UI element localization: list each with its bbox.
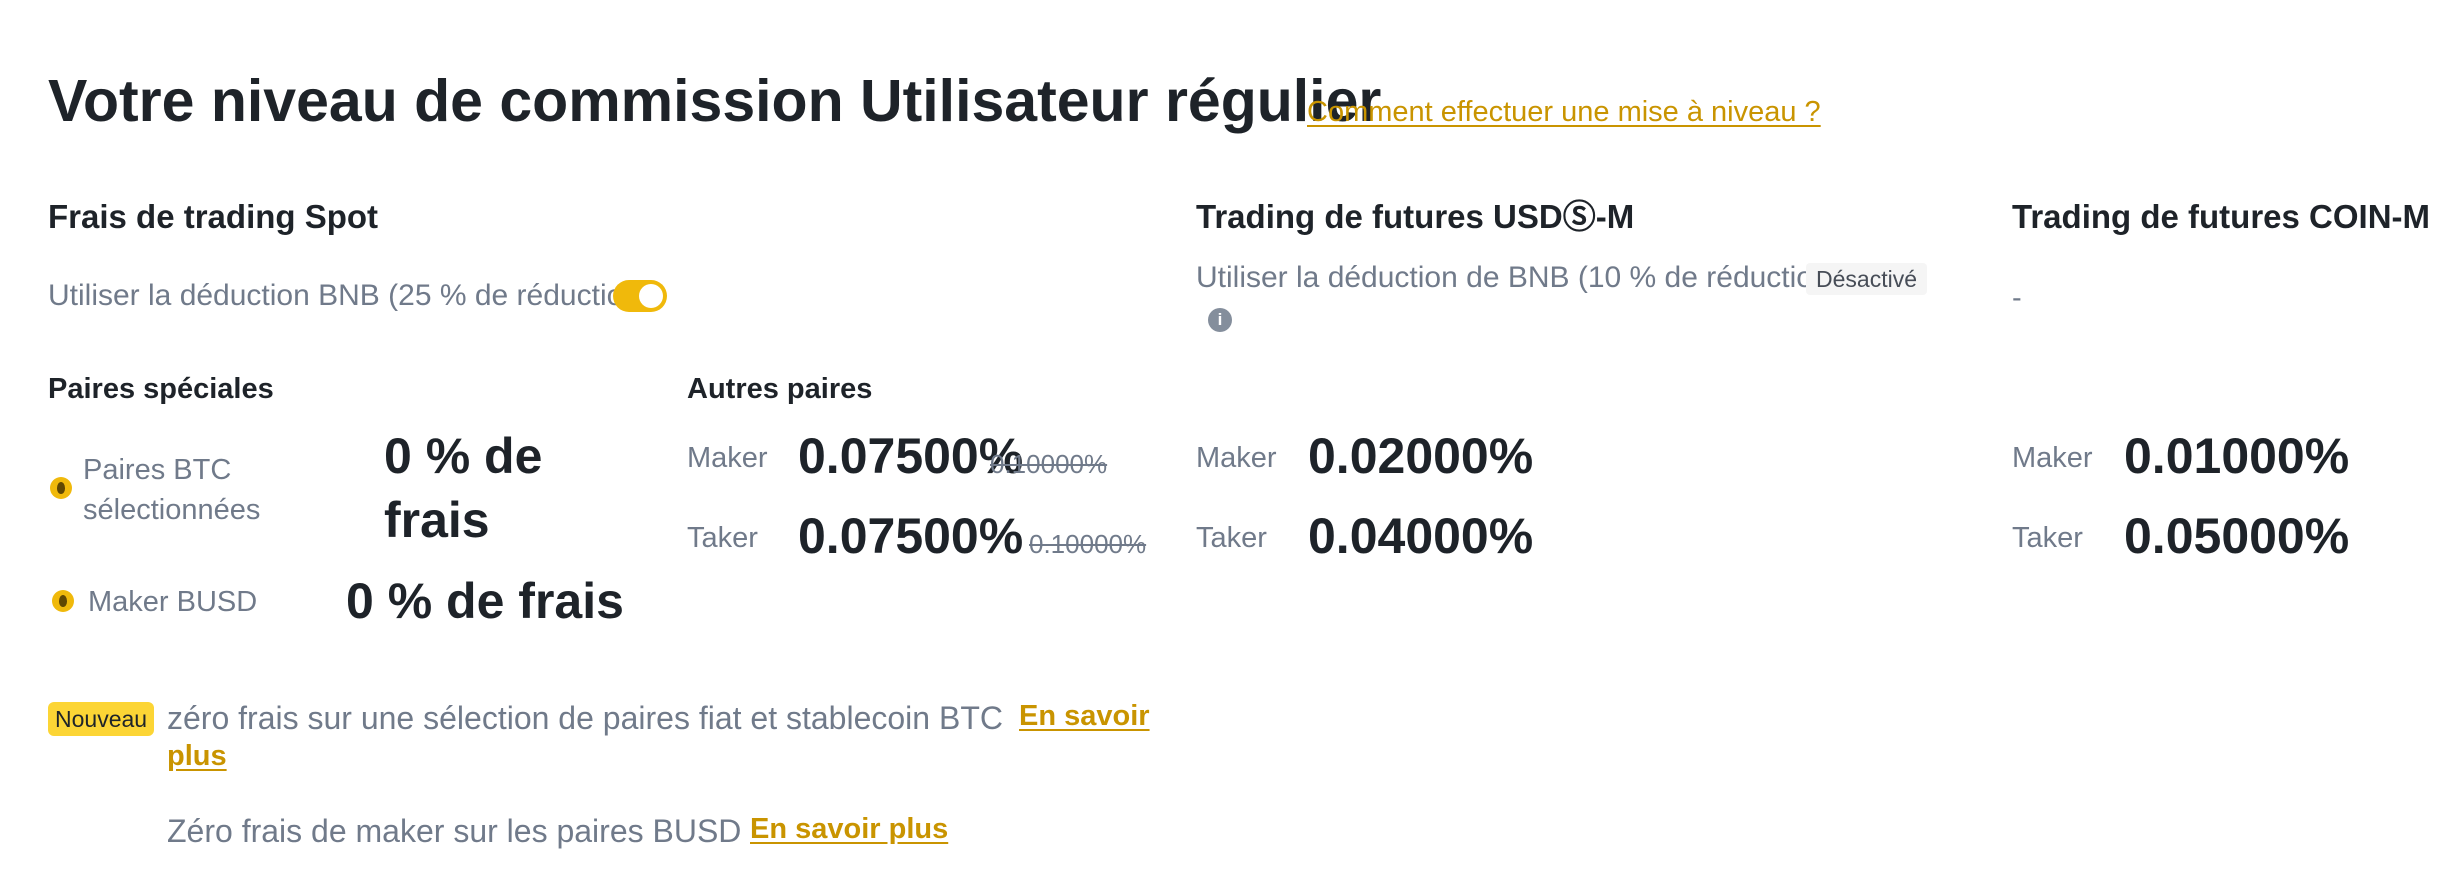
upgrade-link[interactable]: Comment effectuer une mise à niveau ? [1307, 92, 1821, 132]
busd-maker-fee: 0 % de frais [346, 573, 624, 629]
spot-taker-original-fee: 0.10000% [1029, 529, 1147, 559]
bnb-coin-icon [50, 477, 72, 499]
usdm-futures-heading: Trading de futures USDⓈ-M [1196, 198, 1635, 235]
special-pairs-heading: Paires spéciales [48, 373, 274, 405]
btc-pairs-fee: 0 % de frais [384, 428, 543, 548]
btc-pairs-label: Paires BTC sélectionnées [83, 454, 261, 526]
usdm-taker-label: Taker [1196, 522, 1267, 554]
status-badge: Désactivé [1806, 263, 1927, 295]
page-title: Votre niveau de commission Utilisateur r… [48, 68, 1382, 134]
bnb-deduction-toggle[interactable] [613, 280, 667, 312]
coinm-futures-heading: Trading de futures COIN-M [2012, 198, 2431, 235]
other-pairs-heading: Autres paires [687, 373, 873, 405]
learn-more-link-busd[interactable]: En savoir plus [750, 813, 948, 846]
info-icon[interactable]: i [1208, 308, 1232, 332]
learn-more-link-fiat[interactable]: En savoir [1019, 700, 1150, 733]
coinm-taker-fee: 0.05000% [2124, 508, 2350, 564]
promo-fiat-stablecoin-text: zéro frais sur une sélection de paires f… [167, 700, 1003, 736]
usdm-maker-fee: 0.02000% [1308, 428, 1534, 484]
spot-bnb-deduction-label: Utiliser la déduction BNB (25 % de réduc… [48, 279, 650, 312]
promo-busd-maker-text: Zéro frais de maker sur les paires BUSD [167, 813, 742, 849]
busd-maker-label: Maker BUSD [88, 586, 258, 618]
coinm-maker-fee: 0.01000% [2124, 428, 2350, 484]
usdm-maker-label: Maker [1196, 442, 1277, 474]
coinm-maker-label: Maker [2012, 442, 2093, 474]
spot-taker-label: Taker [687, 522, 758, 554]
learn-more-link-fiat-continued[interactable]: plus [167, 740, 227, 773]
coinm-taker-label: Taker [2012, 522, 2083, 554]
usdm-bnb-deduction-label: Utiliser la déduction de BNB (10 % de ré… [1196, 261, 1840, 294]
spot-maker-original-fee: 0.10000% [990, 449, 1108, 479]
toggle-knob [639, 284, 663, 308]
new-badge: Nouveau [48, 702, 155, 736]
bnb-coin-icon [52, 590, 74, 612]
coinm-placeholder: - [2012, 282, 2022, 314]
usdm-taker-fee: 0.04000% [1308, 508, 1534, 564]
spot-maker-label: Maker [687, 442, 768, 474]
spot-fees-heading: Frais de trading Spot [48, 198, 379, 235]
spot-taker-fee: 0.07500% [798, 508, 1024, 564]
